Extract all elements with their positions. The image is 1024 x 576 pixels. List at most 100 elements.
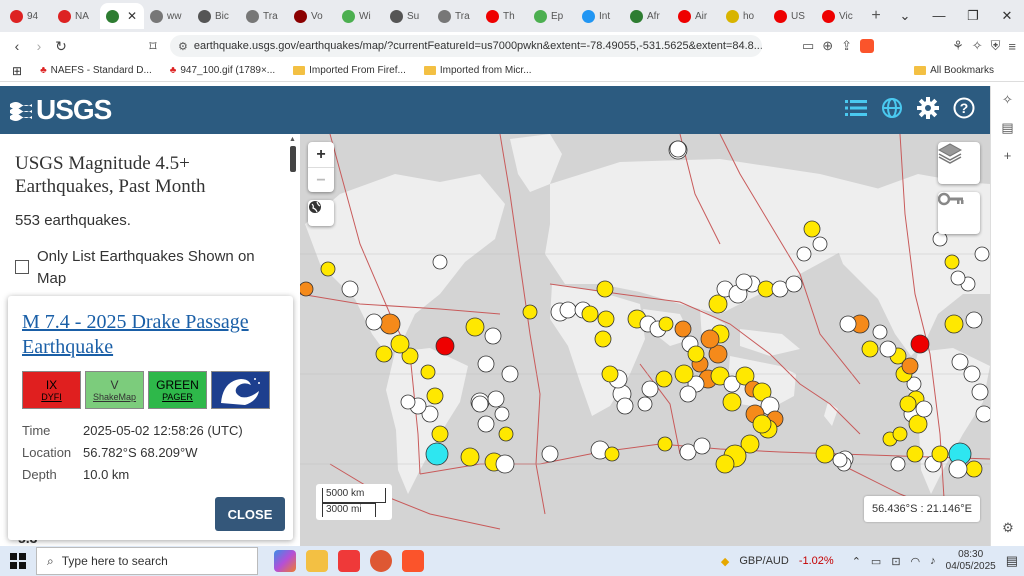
restore-button[interactable]: ❐: [956, 0, 990, 32]
earthquake-marker[interactable]: [674, 320, 692, 338]
earthquake-marker[interactable]: [812, 236, 828, 252]
leo-sidebar-icon[interactable]: ✧: [991, 86, 1024, 114]
browser-tab[interactable]: Su: [384, 3, 432, 29]
browser-tab[interactable]: Wi: [336, 3, 384, 29]
pager-link[interactable]: PAGER: [162, 392, 193, 402]
cast-icon[interactable]: ▭: [802, 38, 814, 54]
earthquake-marker[interactable]: [379, 313, 401, 335]
earthquake-marker[interactable]: [581, 305, 599, 323]
earthquake-marker[interactable]: [700, 329, 720, 349]
share-icon[interactable]: ⇪: [841, 38, 852, 54]
browser-tab[interactable]: Bic: [192, 3, 240, 29]
earthquake-marker[interactable]: [803, 220, 821, 238]
dyfi-badge[interactable]: IX DYFI: [22, 371, 81, 409]
earthquake-marker[interactable]: [879, 340, 897, 358]
earthquake-marker[interactable]: [948, 459, 968, 479]
settings-gear-icon[interactable]: [916, 96, 940, 120]
forward-button[interactable]: ›: [28, 38, 50, 54]
volume-icon[interactable]: ♪: [930, 555, 936, 567]
earthquake-marker[interactable]: [435, 336, 455, 356]
earthquake-map[interactable]: + − 5000 km 3000 mi 56.436°S : 21.146°E: [300, 134, 990, 546]
earthquake-marker[interactable]: [951, 353, 969, 371]
new-tab-button[interactable]: +: [864, 7, 888, 25]
earthquake-marker[interactable]: [601, 365, 619, 383]
site-info-icon[interactable]: ⚙: [178, 40, 188, 53]
address-bar[interactable]: ⚙ earthquake.usgs.gov/earthquakes/map/?c…: [170, 35, 762, 57]
earthquake-marker[interactable]: [426, 387, 444, 405]
earthquake-marker[interactable]: [655, 370, 673, 388]
extensions-icon[interactable]: ⚘: [952, 38, 964, 54]
earthquake-marker[interactable]: [522, 304, 538, 320]
show-hidden-icons[interactable]: ⌃: [852, 555, 861, 568]
earthquake-marker[interactable]: [932, 231, 948, 247]
earthquake-marker[interactable]: [752, 414, 772, 434]
browser-tab[interactable]: 94: [4, 3, 52, 29]
earthquake-marker[interactable]: [975, 405, 990, 423]
earthquake-marker[interactable]: [839, 315, 857, 333]
earthquake-marker[interactable]: [495, 454, 515, 474]
map-canvas[interactable]: [300, 134, 990, 546]
legend-button[interactable]: [938, 192, 980, 234]
zoom-icon[interactable]: ⊕: [822, 38, 833, 54]
earthquake-marker[interactable]: [708, 294, 728, 314]
earthquake-marker[interactable]: [931, 445, 949, 463]
leo-ai-icon[interactable]: ✧: [972, 38, 983, 54]
earthquake-marker[interactable]: [425, 442, 449, 466]
earthquake-marker[interactable]: [390, 334, 410, 354]
layers-button[interactable]: [938, 142, 980, 184]
earthquake-marker[interactable]: [637, 396, 653, 412]
browser-tab[interactable]: ✕: [100, 3, 144, 29]
stock-widget-icon[interactable]: ◆: [721, 555, 729, 568]
earthquake-marker[interactable]: [300, 281, 314, 297]
close-window-button[interactable]: ✕: [990, 0, 1024, 32]
earthquake-marker[interactable]: [658, 316, 674, 332]
browser-tab[interactable]: Air: [672, 3, 720, 29]
earthquake-marker[interactable]: [400, 394, 416, 410]
earthquake-marker[interactable]: [906, 445, 924, 463]
pager-badge[interactable]: GREEN PAGER: [148, 371, 207, 409]
brave-browser-icon[interactable]: [402, 550, 424, 572]
brave-shields-icon[interactable]: [860, 39, 875, 53]
earthquake-marker[interactable]: [757, 280, 775, 298]
earthquake-marker[interactable]: [657, 436, 673, 452]
all-bookmarks-folder[interactable]: All Bookmarks: [914, 65, 994, 76]
earthquake-marker[interactable]: [465, 317, 485, 337]
globe-icon[interactable]: [880, 96, 904, 120]
earthquake-marker[interactable]: [616, 397, 634, 415]
browser-tab[interactable]: Vo: [288, 3, 336, 29]
network-icon[interactable]: ◠: [911, 555, 921, 568]
sidebar-settings-icon[interactable]: ⚙: [991, 514, 1024, 542]
clock[interactable]: 08:30 04/05/2025: [946, 549, 996, 573]
world-view-button[interactable]: [308, 200, 334, 226]
add-sidebar-icon[interactable]: +: [991, 142, 1024, 170]
browser-tab[interactable]: Th: [480, 3, 528, 29]
earthquake-marker[interactable]: [494, 406, 510, 422]
earthquake-marker[interactable]: [915, 400, 933, 418]
bookmark-folder[interactable]: Imported From Firef...: [293, 65, 406, 76]
shakemap-badge[interactable]: V ShakeMap: [85, 371, 144, 409]
browser-tab[interactable]: US: [768, 3, 816, 29]
earthquake-marker[interactable]: [420, 364, 436, 380]
earthquake-marker[interactable]: [641, 380, 659, 398]
browser-tab[interactable]: ho: [720, 3, 768, 29]
earthquake-marker[interactable]: [596, 280, 614, 298]
earthquake-marker[interactable]: [963, 365, 981, 383]
earthquake-marker[interactable]: [965, 311, 983, 329]
earthquake-marker[interactable]: [674, 364, 694, 384]
battery-icon[interactable]: ▭: [871, 555, 881, 568]
start-button[interactable]: [0, 553, 36, 569]
earthquake-marker[interactable]: [771, 280, 789, 298]
earthquake-title-link[interactable]: M 7.4 - 2025 Drake Passage Earthquake: [22, 310, 282, 360]
browser-tab[interactable]: Ep: [528, 3, 576, 29]
reload-button[interactable]: ↻: [50, 38, 72, 55]
earthquake-marker[interactable]: [832, 452, 848, 468]
only-list-shown-checkbox[interactable]: Only List Earthquakes Shown on Map: [15, 246, 275, 290]
earthquake-marker[interactable]: [471, 395, 489, 413]
earthquake-marker[interactable]: [796, 246, 812, 262]
close-tab-icon[interactable]: ✕: [127, 9, 137, 23]
list-icon[interactable]: [844, 96, 868, 120]
apps-grid-icon[interactable]: ⊞: [12, 64, 22, 78]
earthquake-marker[interactable]: [498, 426, 514, 442]
earthquake-marker[interactable]: [687, 345, 705, 363]
earthquake-marker[interactable]: [597, 310, 615, 328]
